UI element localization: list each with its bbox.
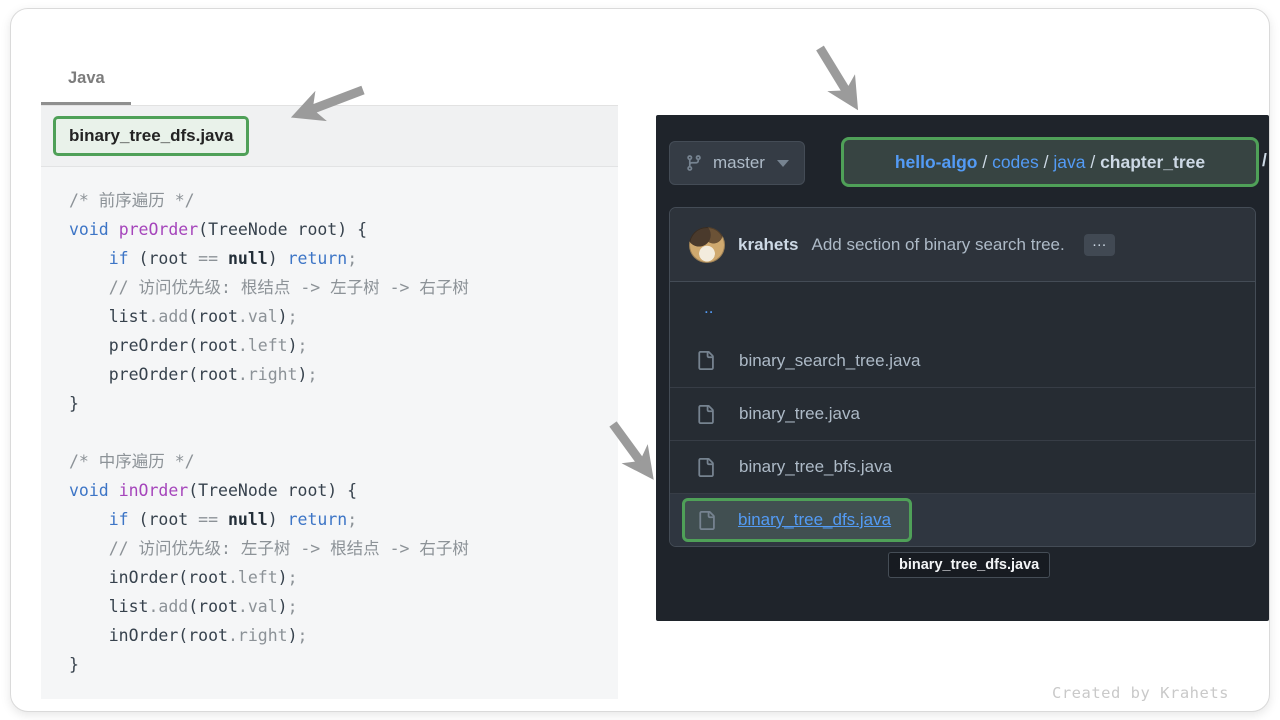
breadcrumb-separator: /: [977, 152, 992, 173]
git-branch-icon: [685, 154, 703, 172]
code-line: if (root == null) return;: [69, 505, 610, 534]
code-line: }: [69, 650, 610, 679]
file-icon: [696, 405, 715, 424]
file-link[interactable]: binary_tree.java: [739, 404, 860, 424]
credit-text: Created by Krahets: [1052, 684, 1229, 702]
tab-java[interactable]: Java: [68, 69, 105, 88]
code-line: preOrder(root.left);: [69, 331, 610, 360]
code-line: if (root == null) return;: [69, 244, 610, 273]
code-panel: binary_tree_dfs.java /* 前序遍历 */void preO…: [41, 106, 618, 699]
file-browser-card: krahets Add section of binary search tre…: [669, 207, 1256, 547]
code-line: // 访问优先级: 根结点 -> 左子树 -> 右子树: [69, 273, 610, 302]
file-icon: [696, 351, 715, 370]
code-block: /* 前序遍历 */void preOrder(TreeNode root) {…: [41, 167, 618, 679]
file-link[interactable]: binary_tree_bfs.java: [739, 457, 892, 477]
file-icon: [696, 458, 715, 477]
file-link[interactable]: binary_search_tree.java: [739, 351, 920, 371]
code-line: preOrder(root.right);: [69, 360, 610, 389]
code-header: binary_tree_dfs.java: [41, 106, 618, 167]
screenshot: Java binary_tree_dfs.java /* 前序遍历 */void…: [0, 0, 1280, 720]
file-row-inner: binary_search_tree.java: [696, 351, 920, 371]
breadcrumb-link[interactable]: codes: [992, 152, 1039, 173]
file-row-inner: binary_tree_bfs.java: [696, 457, 892, 477]
code-line: inOrder(root.right);: [69, 621, 610, 650]
branch-name: master: [713, 153, 765, 173]
commit-author-link[interactable]: krahets: [738, 235, 798, 255]
code-line: void inOrder(TreeNode root) {: [69, 476, 610, 505]
page-card: Java binary_tree_dfs.java /* 前序遍历 */void…: [10, 8, 1270, 712]
code-line: void preOrder(TreeNode root) {: [69, 215, 610, 244]
breadcrumb-link[interactable]: hello-algo: [895, 152, 978, 173]
breadcrumb-current: chapter_tree: [1100, 152, 1205, 173]
file-row-inner: binary_tree_dfs.java: [682, 498, 912, 542]
code-line: /* 前序遍历 */: [69, 186, 610, 215]
parent-directory-link[interactable]: ..: [704, 298, 713, 318]
github-panel: master hello-algo / codes / java / chapt…: [656, 115, 1269, 621]
avatar[interactable]: [689, 227, 725, 263]
chevron-down-icon: [777, 160, 789, 167]
code-line: /* 中序遍历 */: [69, 447, 610, 476]
code-line: [69, 418, 610, 447]
code-line: // 访问优先级: 左子树 -> 根结点 -> 右子树: [69, 534, 610, 563]
commit-message-link[interactable]: Add section of binary search tree.: [811, 235, 1064, 255]
latest-commit-bar: krahets Add section of binary search tre…: [670, 208, 1255, 282]
file-row-inner: binary_tree.java: [696, 404, 860, 424]
breadcrumb-separator: /: [1039, 152, 1054, 173]
filename-highlight-box: binary_tree_dfs.java: [53, 116, 249, 156]
file-link[interactable]: binary_tree_dfs.java: [738, 510, 891, 530]
breadcrumb-link[interactable]: java: [1053, 152, 1085, 173]
code-line: list.add(root.val);: [69, 592, 610, 621]
code-line: }: [69, 389, 610, 418]
breadcrumb: hello-algo / codes / java / chapter_tree: [841, 137, 1259, 187]
file-row[interactable]: binary_search_tree.java: [670, 334, 1255, 387]
file-row[interactable]: binary_tree_bfs.java: [670, 440, 1255, 493]
file-icon: [697, 511, 716, 530]
branch-selector-button[interactable]: master: [669, 141, 805, 185]
parent-directory-row[interactable]: ..: [670, 282, 1255, 334]
file-row[interactable]: binary_tree_dfs.java: [670, 493, 1255, 546]
file-list: binary_search_tree.java binary_tree.java…: [670, 334, 1255, 546]
code-line: list.add(root.val);: [69, 302, 610, 331]
breadcrumb-trailing-slash: /: [1262, 150, 1267, 171]
file-row[interactable]: binary_tree.java: [670, 387, 1255, 440]
commit-more-button[interactable]: …: [1084, 234, 1115, 256]
breadcrumb-separator: /: [1085, 152, 1100, 173]
filename-tooltip: binary_tree_dfs.java: [888, 552, 1050, 578]
code-line: inOrder(root.left);: [69, 563, 610, 592]
